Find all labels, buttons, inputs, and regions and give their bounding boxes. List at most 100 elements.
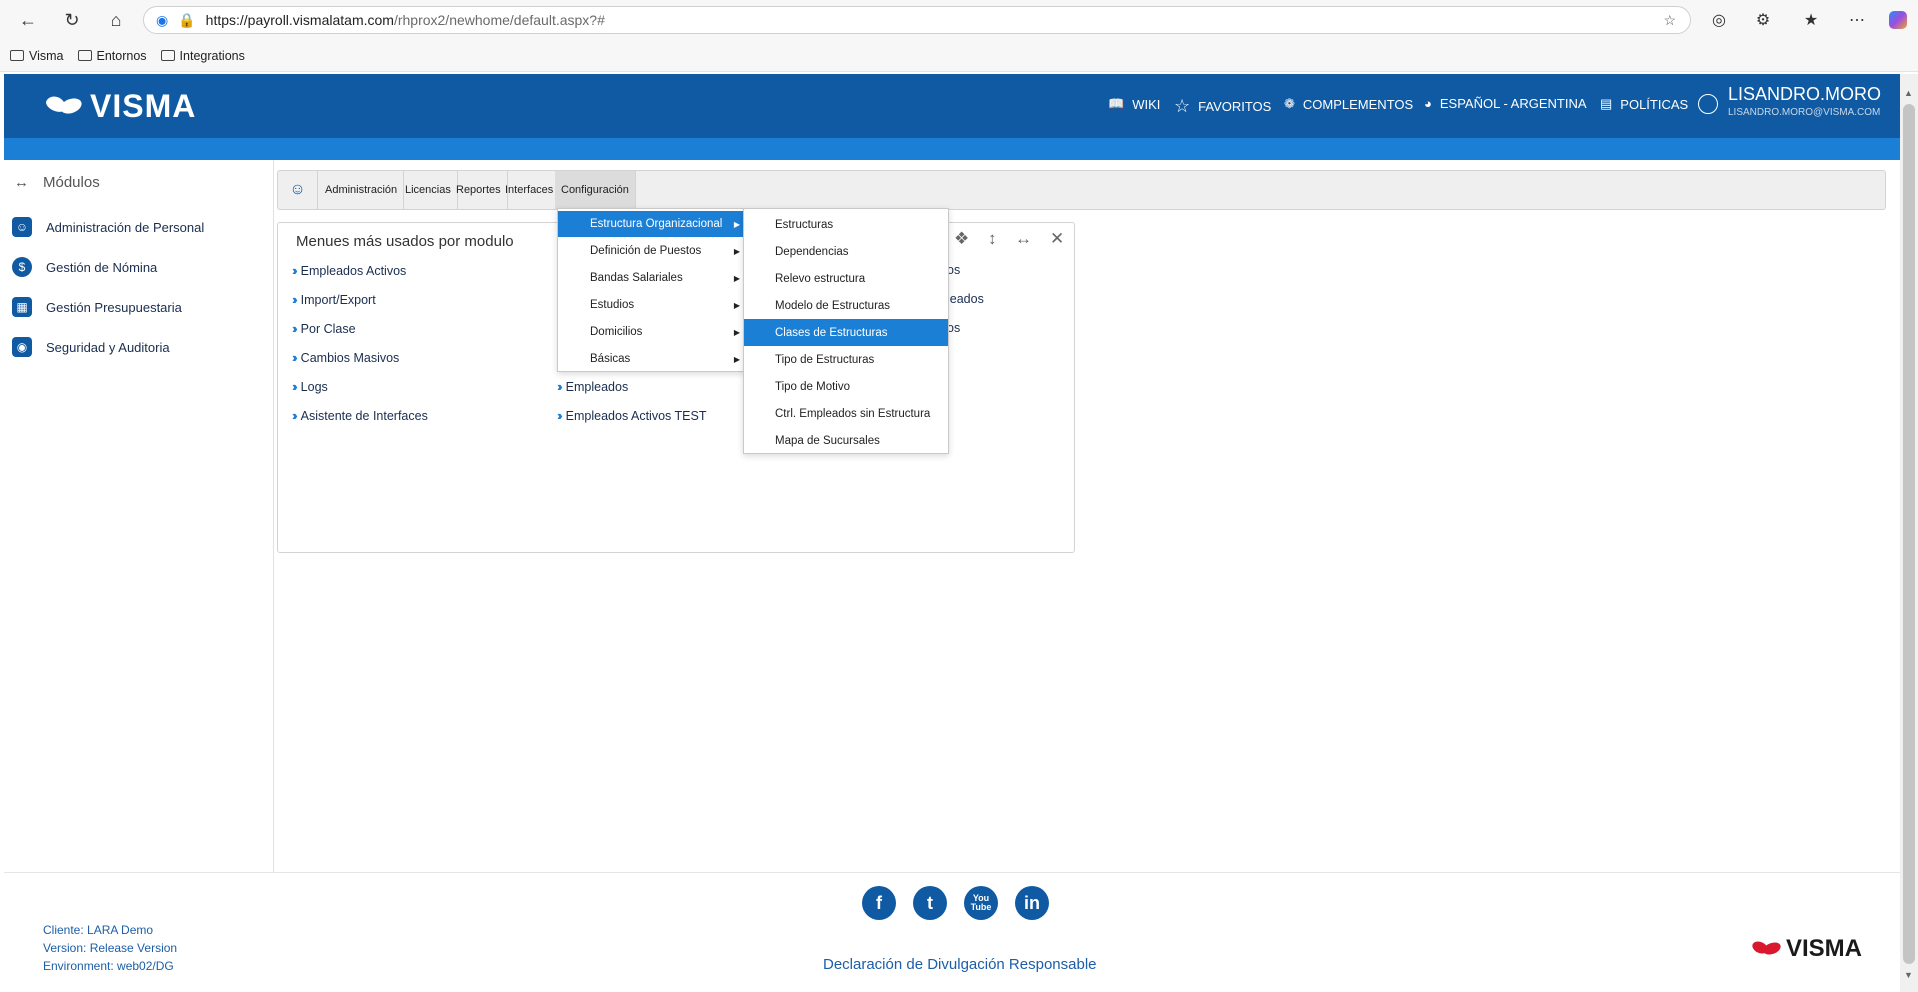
link-empleados-activos[interactable]: ›› Empleados Activos xyxy=(292,263,406,278)
link-por-clase[interactable]: ›› Por Clase xyxy=(292,321,356,336)
menu-item-estructura-organizacional[interactable]: Estructura Organizacional ▶ xyxy=(558,211,744,237)
more-icon[interactable]: ⋯ xyxy=(1841,6,1873,34)
submenu-arrow-icon: ▶ xyxy=(733,219,740,229)
footer-client: Cliente: LARA Demo xyxy=(43,923,154,937)
lock-icon: 🔒 xyxy=(178,11,196,28)
submenu-arrow-icon: ▶ xyxy=(733,354,740,364)
link-cambios-masivos[interactable]: ›› Cambios Masivos xyxy=(292,350,399,365)
submenu-item-ctrl-empleados[interactable]: Ctrl. Empleados sin Estructura xyxy=(744,400,948,427)
globe-icon: ◕ xyxy=(1424,96,1432,111)
resize-vertical-icon[interactable]: ↕ xyxy=(988,229,997,249)
link-asistente-interfaces[interactable]: ›› Asistente de Interfaces xyxy=(292,408,428,423)
page-footer: Cliente: LARA Demo Version: Release Vers… xyxy=(4,872,1900,992)
favorites-icon[interactable]: ★ xyxy=(1795,6,1827,34)
visma-swoosh-icon xyxy=(1752,940,1782,958)
sidebar-item-gestion-presupuestaria[interactable]: ▦ Gestión Presupuestaria xyxy=(12,297,182,317)
responsible-disclosure-link[interactable]: Declaración de Divulgación Responsable xyxy=(823,956,1097,973)
twitter-icon[interactable]: t xyxy=(913,886,947,920)
folder-icon xyxy=(160,50,175,61)
dollar-icon: $ xyxy=(12,257,32,277)
home-icon[interactable]: ⌂ xyxy=(98,4,134,36)
sidebar-item-gestion-nomina[interactable]: $ Gestión de Nómina xyxy=(12,257,157,277)
puzzle-icon: ❁ xyxy=(1284,96,1295,111)
sidebar-item-administracion-personal[interactable]: ☺ Administración de Personal xyxy=(12,217,204,237)
scroll-down-icon[interactable]: ▼ xyxy=(1904,970,1913,980)
menu-item-basicas[interactable]: Básicas ▶ xyxy=(558,346,744,372)
widget-title: Menues más usados por modulo xyxy=(296,233,514,250)
bookmark-visma[interactable]: Visma xyxy=(10,49,64,63)
user-block[interactable]: LISANDRO.MORO LISANDRO.MORO@VISMA.COM xyxy=(1728,84,1881,118)
calculator-icon: ▦ xyxy=(12,297,32,317)
modules-header[interactable]: ↔ Módulos xyxy=(14,174,100,191)
estructura-submenu: Estructuras Dependencias Relevo estructu… xyxy=(743,208,949,454)
app-header: VISMA 📖 WIKI ☆ FAVORITOS ❁ COMPLEMENTOS ◕ ES… xyxy=(4,74,1900,138)
link-empleados[interactable]: ›› Empleados xyxy=(557,379,628,394)
tracking-icon[interactable]: ◎ xyxy=(1703,6,1735,34)
page-scrollbar[interactable]: ▲ ▼ xyxy=(1900,74,1918,992)
double-chevron-icon: ›› xyxy=(292,292,297,307)
user-icon[interactable] xyxy=(1698,94,1718,114)
menu-item-domicilios[interactable]: Domicilios ▶ xyxy=(558,319,744,345)
people-home-icon[interactable]: ☺ xyxy=(278,171,318,209)
scroll-thumb[interactable] xyxy=(1903,104,1915,964)
submenu-item-estructuras[interactable]: Estructuras xyxy=(744,211,948,238)
header-wiki[interactable]: 📖 WIKI xyxy=(1108,96,1160,112)
folder-icon xyxy=(10,50,24,61)
tab-administracion[interactable]: Administración xyxy=(319,171,405,209)
menu-item-bandas-salariales[interactable]: Bandas Salariales ▶ xyxy=(558,265,744,291)
double-chevron-icon: ›› xyxy=(292,408,297,423)
header-complementos[interactable]: ❁ COMPLEMENTOS xyxy=(1284,96,1413,112)
extensions-icon[interactable]: ⚙ xyxy=(1747,6,1779,34)
url-host: https://payroll.vismalatam.com xyxy=(205,12,394,28)
submenu-item-relevo-estructura[interactable]: Relevo estructura xyxy=(744,265,948,292)
submenu-item-dependencias[interactable]: Dependencias xyxy=(744,238,948,265)
youtube-icon[interactable]: You Tube xyxy=(964,886,998,920)
copilot-icon[interactable] xyxy=(1882,6,1914,34)
move-icon[interactable]: ❖ xyxy=(954,229,969,249)
site-info-icon[interactable]: ◉ xyxy=(156,12,168,29)
bookmark-integrations[interactable]: Integrations xyxy=(160,49,245,63)
config-dropdown-menu: Estructura Organizacional ▶ Definición de… xyxy=(557,208,745,372)
link-partial[interactable]: leados xyxy=(947,292,984,306)
link-empleados-activos-test[interactable]: ›› Empleados Activos TEST xyxy=(557,408,706,423)
submenu-item-mapa-sucursales[interactable]: Mapa de Sucursales xyxy=(744,427,948,454)
submenu-item-tipo-estructuras[interactable]: Tipo de Estructuras xyxy=(744,346,948,373)
reload-icon[interactable]: ↻ xyxy=(54,4,90,36)
favorite-star-icon[interactable]: ☆ xyxy=(1663,12,1676,29)
lock-icon: ◉ xyxy=(12,337,32,357)
header-favoritos[interactable]: ☆ FAVORITOS xyxy=(1174,96,1271,117)
submenu-item-tipo-motivo[interactable]: Tipo de Motivo xyxy=(744,373,948,400)
tab-configuracion[interactable]: Configuración xyxy=(555,171,636,209)
header-language[interactable]: ◕ ESPAÑOL - ARGENTINA xyxy=(1424,96,1587,111)
menu-item-definicion-puestos[interactable]: Definición de Puestos ▶ xyxy=(558,238,744,264)
linkedin-icon[interactable]: in xyxy=(1015,886,1049,920)
menu-item-estudios[interactable]: Estudios ▶ xyxy=(558,292,744,318)
header-strip xyxy=(4,138,1900,160)
submenu-arrow-icon: ▶ xyxy=(733,273,740,283)
book-icon: 📖 xyxy=(1108,96,1125,111)
bookmarks-bar: Visma Entornos Integrations xyxy=(0,40,1918,72)
visma-logo[interactable]: VISMA xyxy=(46,88,196,124)
submenu-item-modelo-estructuras[interactable]: Modelo de Estructuras xyxy=(744,292,948,319)
scroll-up-icon[interactable]: ▲ xyxy=(1904,88,1913,98)
resize-horizontal-icon[interactable]: ↔ xyxy=(1015,229,1032,249)
address-bar[interactable]: ◉ 🔒 https://payroll.vismalatam.com/rhpro… xyxy=(143,6,1691,34)
close-icon[interactable]: ✕ xyxy=(1050,229,1064,249)
double-chevron-icon: ›› xyxy=(292,350,297,365)
user-email: LISANDRO.MORO@VISMA.COM xyxy=(1728,107,1881,118)
sidebar-item-seguridad-auditoria[interactable]: ◉ Seguridad y Auditoria xyxy=(12,337,170,357)
link-import-export[interactable]: ›› Import/Export xyxy=(292,292,376,307)
double-chevron-icon: ›› xyxy=(292,263,297,278)
back-arrow-icon[interactable]: ← xyxy=(10,4,46,36)
link-logs[interactable]: ›› Logs xyxy=(292,379,328,394)
collapse-arrows-icon[interactable]: ↔ xyxy=(14,174,29,191)
tab-interfaces[interactable]: Interfaces xyxy=(499,171,561,209)
browser-toolbar: ← ↻ ⌂ ◉ 🔒 https://payroll.vismalatam.com… xyxy=(0,0,1918,40)
submenu-item-clases-estructuras[interactable]: Clases de Estructuras xyxy=(744,319,948,346)
double-chevron-icon: ›› xyxy=(557,379,562,394)
visma-swoosh-icon xyxy=(46,95,84,117)
facebook-icon[interactable]: f xyxy=(862,886,896,920)
header-politicas[interactable]: ▤ POLÍTICAS xyxy=(1600,96,1688,112)
bookmark-entornos[interactable]: Entornos xyxy=(77,49,147,63)
star-icon: ☆ xyxy=(1174,96,1191,116)
